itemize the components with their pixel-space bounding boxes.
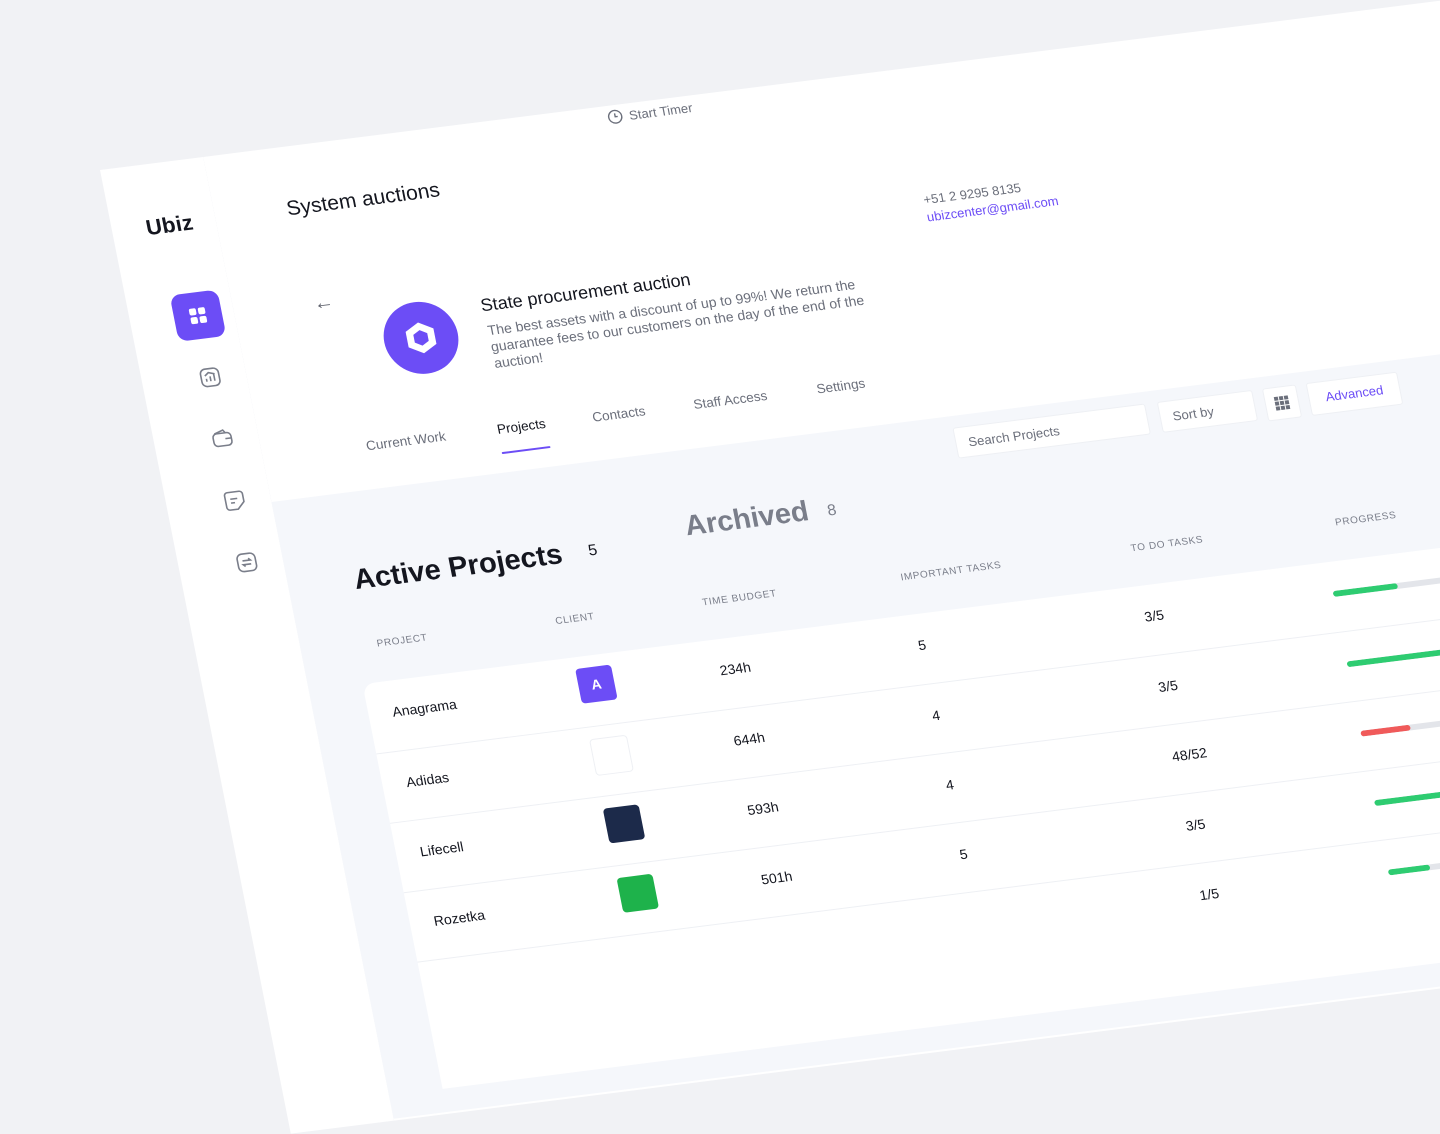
client-logo bbox=[616, 873, 660, 913]
archived-title[interactable]: Archived bbox=[682, 496, 811, 543]
important-tasks-cell: 5 bbox=[958, 845, 969, 863]
wallet-icon bbox=[212, 429, 233, 448]
chart-icon bbox=[199, 367, 221, 388]
tab-settings[interactable]: Settings bbox=[815, 376, 866, 397]
note-icon bbox=[223, 490, 245, 511]
progress-bar bbox=[1373, 785, 1440, 807]
tab-projects[interactable]: Projects bbox=[496, 416, 547, 437]
project-name-cell: Rozetka bbox=[432, 906, 487, 929]
client-logo bbox=[602, 804, 646, 844]
projects-panel: Search Projects Sort by Advanced Active … bbox=[271, 334, 1440, 1119]
sidebar-item-dashboard[interactable] bbox=[169, 289, 227, 342]
column-header-progress: Progress bbox=[1334, 510, 1398, 529]
client-logo-text: A bbox=[589, 675, 603, 693]
todo-tasks-cell: 3/5 bbox=[1156, 677, 1180, 695]
back-arrow-icon[interactable]: ← bbox=[312, 291, 336, 316]
grid-icon bbox=[188, 307, 208, 325]
sidebar-item-analytics[interactable] bbox=[182, 351, 239, 403]
time-budget-cell: 644h bbox=[732, 729, 767, 749]
sort-by-dropdown[interactable]: Sort by bbox=[1156, 389, 1259, 433]
clock-icon bbox=[607, 109, 623, 124]
important-tasks-cell: 4 bbox=[930, 707, 942, 724]
main-content: System auctions Start Timer ← State proc… bbox=[203, 0, 1440, 1121]
todo-tasks-cell: 1/5 bbox=[1198, 885, 1221, 904]
transfer-icon bbox=[236, 552, 258, 573]
column-header-client: Client bbox=[554, 611, 596, 627]
project-name-cell: Adidas bbox=[404, 769, 451, 790]
start-timer-label: Start Timer bbox=[627, 99, 694, 123]
column-header-project: Project bbox=[375, 632, 429, 650]
todo-tasks-cell: 48/52 bbox=[1170, 744, 1209, 765]
project-name-cell: Lifecell bbox=[418, 838, 465, 860]
advanced-button[interactable]: Advanced bbox=[1305, 371, 1404, 416]
todo-tasks-cell: 3/5 bbox=[1142, 606, 1166, 625]
progress-bar-fill bbox=[1346, 648, 1440, 668]
important-tasks-cell: 5 bbox=[916, 636, 928, 654]
time-budget-cell: 501h bbox=[759, 868, 794, 888]
app-window: Ubiz System auctions Start Timer ← State… bbox=[100, 0, 1440, 1134]
page-title: System auctions bbox=[284, 178, 442, 221]
todo-tasks-cell: 3/5 bbox=[1184, 815, 1207, 834]
progress-bar bbox=[1360, 716, 1440, 737]
active-projects-title[interactable]: Active Projects bbox=[351, 539, 565, 597]
column-header-time-budget: Time Budget bbox=[701, 588, 778, 609]
tab-current-work[interactable]: Current Work bbox=[365, 429, 447, 453]
start-timer-button[interactable]: Start Timer bbox=[606, 99, 694, 125]
archived-count: 8 bbox=[825, 501, 839, 520]
tab-staff-access[interactable]: Staff Access bbox=[692, 388, 768, 412]
sidebar-item-wallet[interactable] bbox=[194, 413, 251, 465]
progress-bar-fill bbox=[1332, 583, 1399, 597]
hexagon-logo-icon bbox=[405, 322, 437, 354]
client-logo: A bbox=[575, 664, 618, 704]
progress-bar bbox=[1332, 576, 1440, 597]
progress-bar-fill bbox=[1373, 791, 1440, 807]
project-avatar bbox=[377, 297, 465, 379]
active-projects-count: 5 bbox=[586, 542, 599, 560]
time-budget-cell: 234h bbox=[718, 658, 753, 679]
tab-contacts[interactable]: Contacts bbox=[591, 404, 647, 425]
progress-bar-fill bbox=[1387, 864, 1431, 876]
grid-view-icon bbox=[1273, 395, 1291, 411]
important-tasks-cell: 4 bbox=[944, 776, 956, 793]
column-header-important-tasks: Important Tasks bbox=[899, 560, 1003, 584]
progress-bar bbox=[1387, 854, 1440, 876]
sidebar-item-transfers[interactable] bbox=[218, 536, 275, 588]
time-budget-cell: 593h bbox=[745, 798, 780, 818]
projects-table: Anagrama A 234h 5 3/5 Adidas 644h 4 3/5 Lifecell 5… bbox=[362, 521, 1440, 1089]
progress-bar-fill bbox=[1360, 724, 1411, 737]
column-header-todo-tasks: To Do Tasks bbox=[1129, 534, 1205, 555]
progress-bar bbox=[1346, 646, 1440, 668]
sidebar-item-notes[interactable] bbox=[206, 475, 263, 527]
project-name-cell: Anagrama bbox=[390, 696, 458, 720]
search-input[interactable]: Search Projects bbox=[952, 403, 1151, 459]
client-logo bbox=[589, 734, 634, 777]
logo: Ubiz bbox=[143, 209, 196, 240]
tab-bar: Current Work Projects Contacts Staff Acc… bbox=[365, 376, 867, 478]
grid-view-button[interactable] bbox=[1261, 384, 1303, 422]
